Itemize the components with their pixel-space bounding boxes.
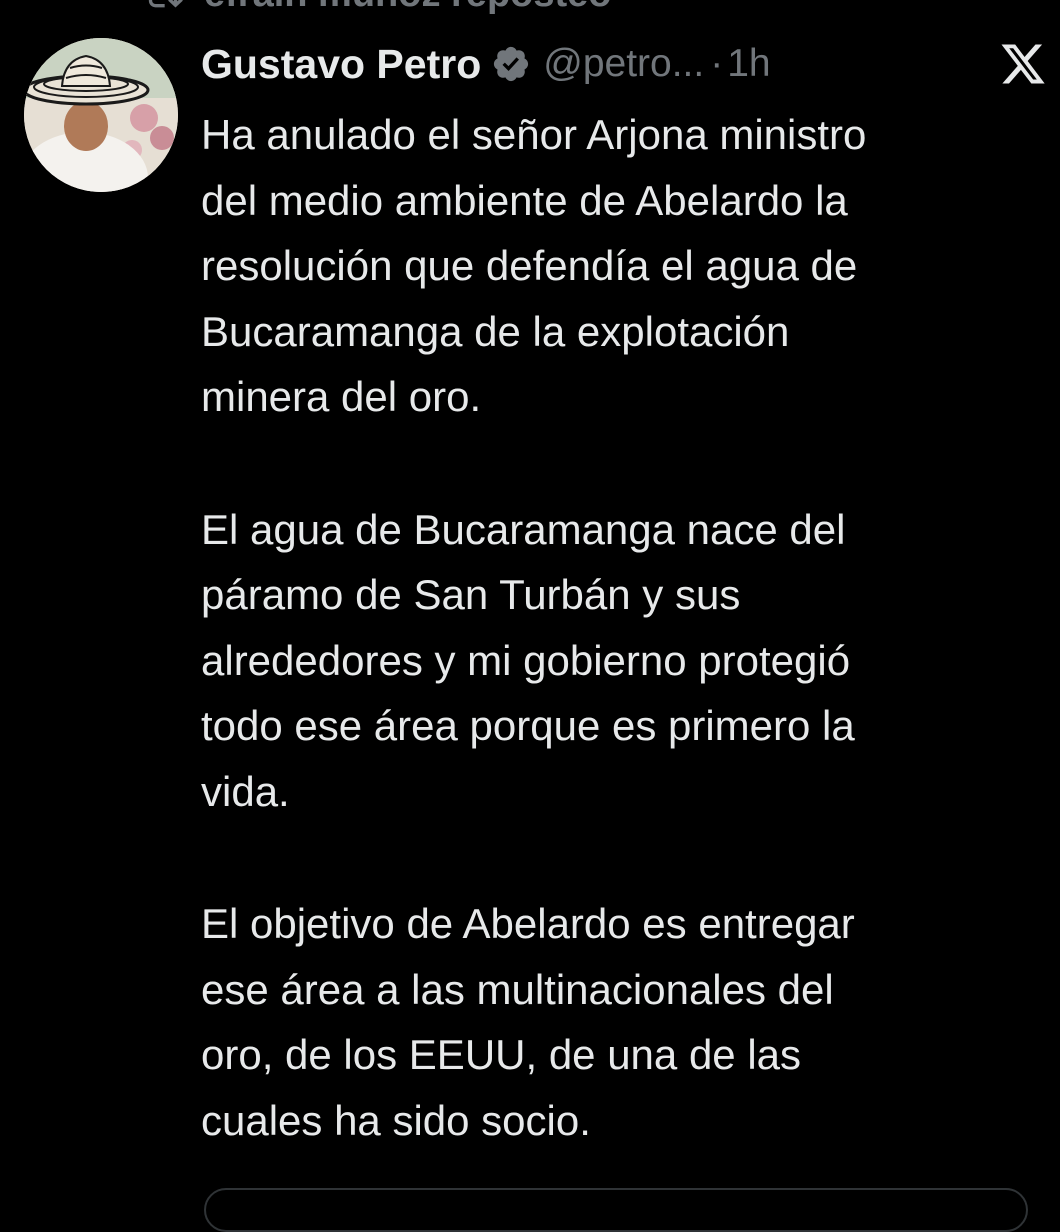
embedded-card-edge[interactable] [204, 1188, 1028, 1232]
x-logo-icon [1001, 44, 1045, 84]
tweet-paragraph: El objetivo de Abelardo es entregar ese á… [201, 891, 1041, 1153]
repost-indicator[interactable]: efrain muñoz reposteó [140, 0, 612, 16]
tweet-text-line: Ha anulado el señor Arjona ministro [201, 111, 867, 158]
tweet-text-line: El agua de Bucaramanga nace del [201, 505, 846, 553]
tweet-paragraph: El agua de Bucaramanga nace del páramo de… [201, 497, 1041, 825]
author-handle[interactable]: @petro... [543, 42, 704, 86]
tweet-text-line: El objetivo de Abelardo es entregar [201, 900, 855, 947]
repost-text: efrain muñoz reposteó [204, 0, 612, 16]
tweet-text-line: ese área a las multinacionales del [201, 965, 834, 1013]
tweet-text-line: alrededores y mi gobierno protegió [201, 636, 851, 684]
author-avatar[interactable] [24, 38, 178, 192]
repost-icon [148, 0, 183, 8]
tweet-text-line: minera del oro. [201, 373, 482, 420]
tweet-text: Ha anulado el señor Arjona ministro del m… [201, 102, 1041, 1220]
tweet-paragraph: Ha anulado el señor Arjona ministro del m… [201, 102, 1041, 430]
tweet-text-line: todo ese área porque es primero la [201, 702, 855, 749]
tweet-text-line: resolución que defendía el agua de [201, 242, 858, 289]
tweet-text-line: Bucaramanga de la explotación [201, 307, 790, 355]
verified-badge-icon [494, 46, 529, 82]
tweet-header: Gustavo Petro @petro... · 1h [201, 36, 771, 92]
tweet-timestamp[interactable]: 1h [727, 42, 770, 86]
tweet-text-line: cuales ha sido socio. [201, 1096, 591, 1144]
tweet-text-line: oro, de los EEUU, de una de las [201, 1031, 802, 1078]
author-display-name[interactable]: Gustavo Petro [201, 41, 481, 88]
tweet-text-line: páramo de San Turbán y sus [201, 571, 741, 618]
tweet-text-line: del medio ambiente de Abelardo la [201, 176, 848, 224]
tweet-text-line: vida. [201, 767, 290, 815]
avatar-image [24, 38, 178, 192]
separator-dot: · [710, 42, 724, 85]
